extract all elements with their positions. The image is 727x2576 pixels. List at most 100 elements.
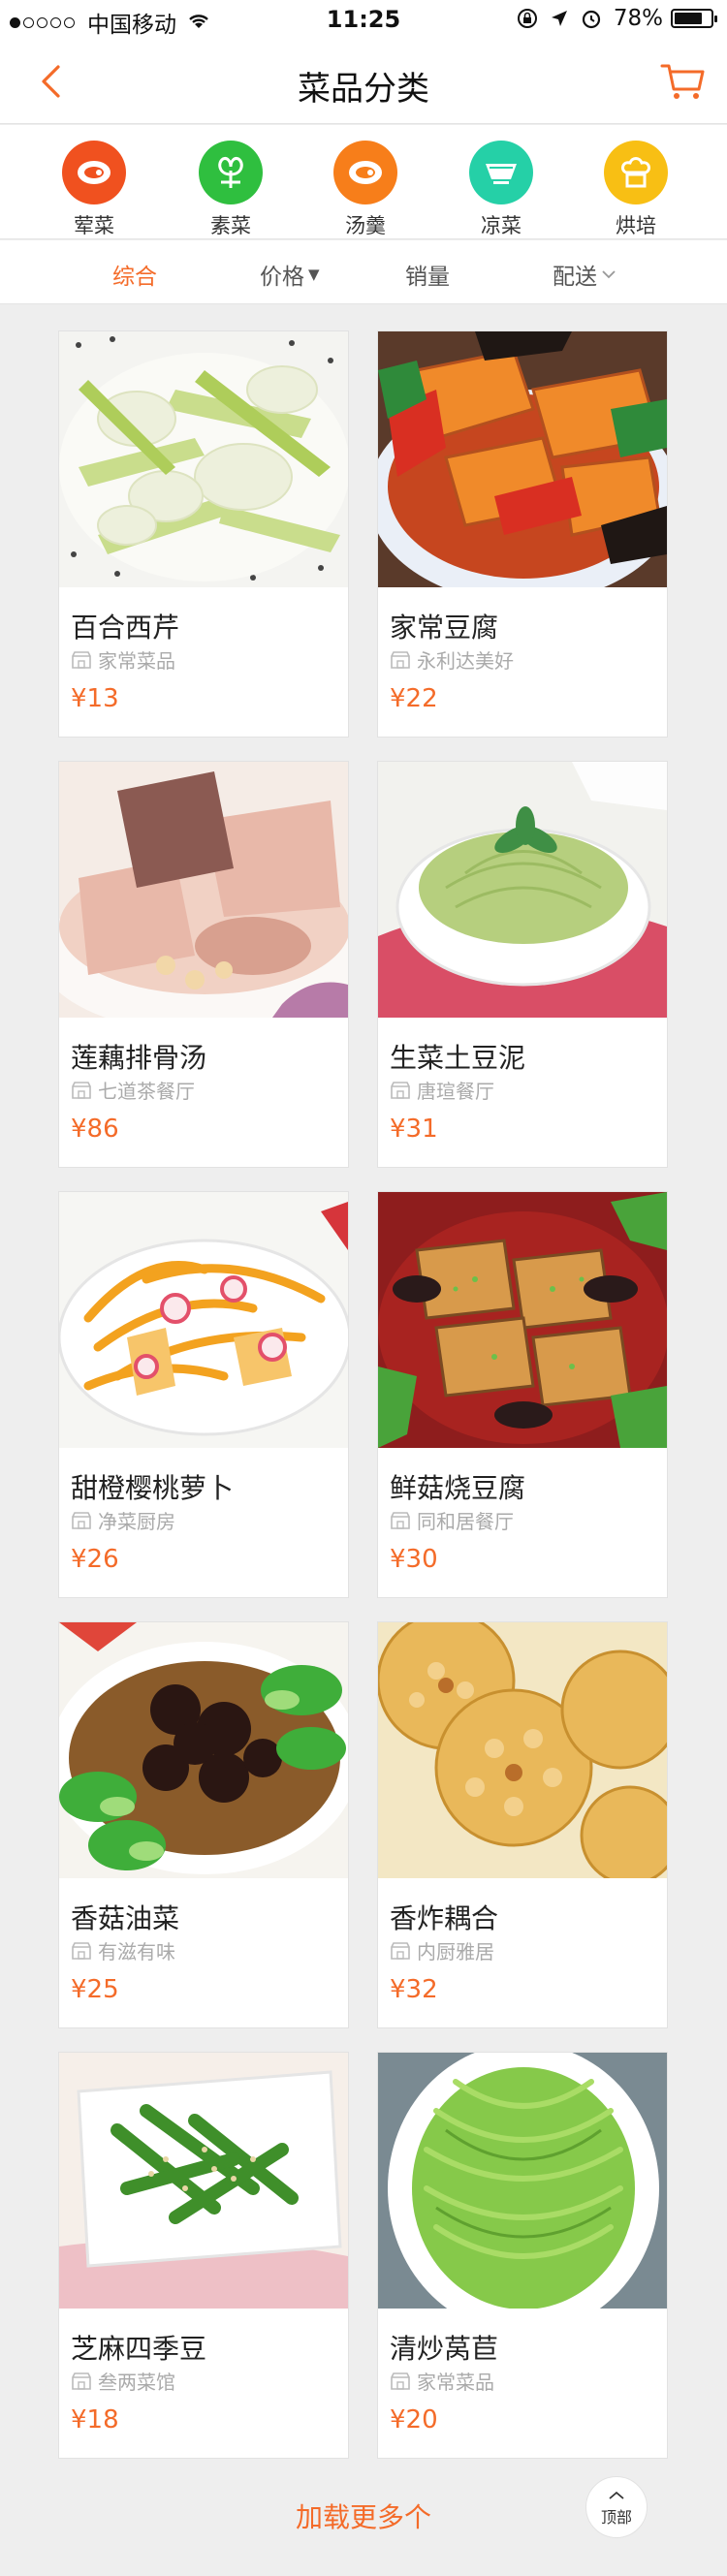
sort-label: 价格 — [260, 265, 304, 290]
shop-info: 有滋有味 — [71, 1936, 175, 1964]
shop-info: 家常菜品 — [71, 645, 175, 674]
back-to-top-label: 顶部 — [600, 2508, 632, 2527]
sort-sales[interactable]: 销量 — [405, 258, 450, 291]
dish-photo — [378, 1192, 667, 1448]
store-icon — [390, 1081, 411, 1100]
dish-price: ¥30 — [390, 1545, 438, 1574]
cart-icon — [660, 64, 705, 99]
sort-label: 综合 — [112, 265, 157, 290]
cart-button[interactable] — [659, 60, 708, 103]
category-label: 烘培 — [616, 214, 656, 237]
dish-photo — [59, 762, 348, 1018]
dish-photo — [378, 2053, 667, 2309]
category-cold-dish[interactable]: 凉菜 — [448, 141, 554, 239]
dish-price: ¥86 — [71, 1115, 119, 1144]
dish-photo — [59, 1622, 348, 1878]
dish-price: ¥32 — [390, 1975, 438, 2004]
nav-header: 菜品分类 — [0, 39, 727, 124]
category-bakery[interactable]: 烘培 — [583, 141, 689, 239]
shop-name: 永利达美好 — [417, 649, 514, 673]
category-label: 汤羹 — [345, 214, 386, 237]
dish-price: ¥25 — [71, 1975, 119, 2004]
shop-info: 唐瑄餐厅 — [390, 1076, 494, 1104]
dish-photo — [59, 1192, 348, 1448]
dish-price: ¥22 — [390, 684, 438, 713]
soup-icon — [333, 141, 397, 204]
sort-bar: 综合 价格 ▼ 销量 配送 — [0, 240, 727, 304]
battery-icon — [671, 9, 717, 28]
dish-name: 生菜土豆泥 — [390, 1042, 526, 1074]
shop-info: 同和居餐厅 — [390, 1506, 514, 1534]
dish-name: 清炒莴苣 — [390, 2333, 499, 2365]
shop-info: 永利达美好 — [390, 645, 514, 674]
store-icon — [390, 1511, 411, 1530]
dish-name: 家常豆腐 — [390, 612, 499, 644]
shop-info: 七道茶餐厅 — [71, 1076, 195, 1104]
store-icon — [390, 1941, 411, 1961]
location-icon — [550, 9, 569, 28]
category-label: 素菜 — [210, 214, 251, 237]
dish-card[interactable]: 清炒莴苣 家常菜品 ¥20 — [377, 2052, 668, 2459]
dish-price: ¥31 — [390, 1115, 438, 1144]
dish-card[interactable]: 鲜菇烧豆腐 同和居餐厅 ¥30 — [377, 1191, 668, 1598]
sort-label: 配送 — [553, 265, 597, 290]
status-bar: 中国移动 11:25 78% — [0, 0, 727, 39]
dish-name: 鲜菇烧豆腐 — [390, 1472, 526, 1504]
back-to-top-button[interactable]: 顶部 — [585, 2476, 648, 2538]
shop-name: 叁两菜馆 — [98, 2371, 175, 2394]
dish-name: 百合西芹 — [71, 612, 180, 644]
dish-card[interactable]: 家常豆腐 永利达美好 ¥22 — [377, 330, 668, 738]
store-icon — [390, 650, 411, 670]
shop-name: 内厨雅居 — [417, 1940, 494, 1963]
sort-label: 销量 — [405, 265, 450, 290]
meat-icon — [62, 141, 126, 204]
caret-down-icon: ▼ — [308, 266, 320, 283]
sort-overall[interactable]: 综合 — [112, 258, 157, 291]
category-vegetable[interactable]: 素菜 — [177, 141, 284, 248]
shop-name: 净菜厨房 — [98, 1510, 175, 1533]
dish-card[interactable]: 生菜土豆泥 唐瑄餐厅 ¥31 — [377, 761, 668, 1168]
dish-photo — [378, 1622, 667, 1878]
category-meat[interactable]: 荤菜 — [41, 141, 147, 239]
dish-photo — [378, 762, 667, 1018]
shop-info: 家常菜品 — [390, 2367, 494, 2395]
dish-card[interactable]: 莲藕排骨汤 七道茶餐厅 ¥86 — [58, 761, 349, 1168]
dish-name: 芝麻四季豆 — [71, 2333, 207, 2365]
store-icon — [71, 650, 92, 670]
dish-name: 莲藕排骨汤 — [71, 1042, 207, 1074]
dish-card[interactable]: 百合西芹 家常菜品 ¥13 — [58, 330, 349, 738]
store-icon — [71, 2372, 92, 2391]
alarm-icon — [581, 8, 602, 29]
shop-name: 家常菜品 — [417, 2371, 494, 2394]
shop-name: 家常菜品 — [98, 649, 175, 673]
dish-card[interactable]: 香菇油菜 有滋有味 ¥25 — [58, 1621, 349, 2028]
sort-delivery[interactable]: 配送 — [553, 258, 616, 291]
shop-info: 叁两菜馆 — [71, 2367, 175, 2395]
dish-card[interactable]: 芝麻四季豆 叁两菜馆 ¥18 — [58, 2052, 349, 2459]
dish-price: ¥18 — [71, 2405, 119, 2435]
category-soup[interactable]: 汤羹 — [312, 141, 419, 239]
dish-price: ¥20 — [390, 2405, 438, 2435]
dish-card[interactable]: 甜橙樱桃萝卜 净菜厨房 ¥26 — [58, 1191, 349, 1598]
shop-name: 七道茶餐厅 — [98, 1080, 195, 1103]
category-label: 凉菜 — [481, 214, 522, 237]
shop-info: 内厨雅居 — [390, 1936, 494, 1964]
chevron-down-icon — [601, 266, 616, 283]
sort-price[interactable]: 价格 ▼ — [260, 258, 320, 291]
store-icon — [71, 1941, 92, 1961]
dish-name: 香菇油菜 — [71, 1902, 180, 1934]
shop-info: 净菜厨房 — [71, 1506, 175, 1534]
dish-card[interactable]: 香炸耦合 内厨雅居 ¥32 — [377, 1621, 668, 2028]
store-icon — [71, 1081, 92, 1100]
battery-percent: 78% — [613, 6, 663, 31]
category-label: 荤菜 — [74, 214, 114, 237]
category-bar: 荤菜 素菜 汤羹 凉菜 烘培 — [0, 125, 727, 248]
dish-price: ¥13 — [71, 684, 119, 713]
status-right: 78% — [505, 6, 717, 31]
rotation-lock-icon — [517, 8, 538, 29]
store-icon — [71, 1511, 92, 1530]
dish-name: 甜橙樱桃萝卜 — [71, 1472, 235, 1504]
shop-name: 有滋有味 — [98, 1940, 175, 1963]
dish-price: ¥26 — [71, 1545, 119, 1574]
shop-name: 同和居餐厅 — [417, 1510, 514, 1533]
